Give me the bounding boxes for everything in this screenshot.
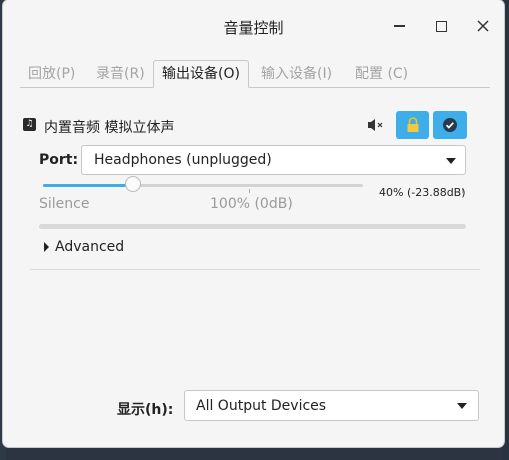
device-name: 内置音频 模拟立体声: [44, 120, 175, 136]
window-title: 音量控制: [223, 19, 284, 37]
expander-arrow-icon[interactable]: [44, 242, 49, 252]
peak-level-meter: [39, 224, 466, 229]
show-devices-dropdown[interactable]: All Output Devices: [184, 390, 479, 421]
volume-slider[interactable]: [43, 176, 363, 192]
port-label: Port:: [39, 152, 79, 168]
tab-output-devices[interactable]: 输出设备(O): [153, 60, 249, 88]
checkmark-icon: [443, 118, 457, 132]
music-note-icon: ♫: [23, 118, 36, 131]
tab-bar: 回放(P) 录音(R) 输出设备(O) 输入设备(I) 配置 (C): [20, 60, 490, 88]
device-separator: [30, 269, 480, 270]
volume-readout: 40% (-23.88dB): [379, 186, 466, 199]
lock-channels-button[interactable]: [396, 111, 429, 139]
tab-bar-divider: [20, 87, 490, 88]
slider-tick-100: [249, 189, 250, 193]
show-label: 显示(h):: [117, 402, 174, 418]
volume-control-window: 音量控制 回放(P) 录音(R) 输出设备(O) 输入设备(I) 配置 (C) …: [3, 0, 504, 447]
tab-input-devices[interactable]: 输入设备(I): [253, 61, 340, 87]
minimize-icon[interactable]: [388, 15, 410, 37]
titlebar: 音量控制: [3, 0, 504, 52]
port-dropdown-value: Headphones (unplugged): [94, 152, 272, 168]
chevron-down-icon: [457, 403, 467, 409]
scale-label-100-percent: 100% (0dB): [210, 196, 293, 212]
tab-configuration[interactable]: 配置 (C): [347, 61, 416, 87]
maximize-icon[interactable]: [430, 15, 452, 37]
volume-slider-fill: [43, 184, 133, 187]
lock-icon: [407, 117, 418, 132]
advanced-expander[interactable]: Advanced: [55, 239, 124, 255]
volume-slider-handle[interactable]: [125, 176, 141, 192]
scale-label-silence: Silence: [39, 196, 90, 212]
tab-recording[interactable]: 录音(R): [88, 61, 153, 87]
chevron-down-icon: [446, 158, 456, 164]
mute-speaker-icon[interactable]: [365, 115, 387, 135]
set-default-button[interactable]: [433, 111, 467, 139]
close-icon[interactable]: [472, 15, 494, 37]
port-dropdown[interactable]: Headphones (unplugged): [81, 145, 466, 175]
tab-playback[interactable]: 回放(P): [20, 61, 83, 87]
show-devices-value: All Output Devices: [196, 398, 327, 414]
